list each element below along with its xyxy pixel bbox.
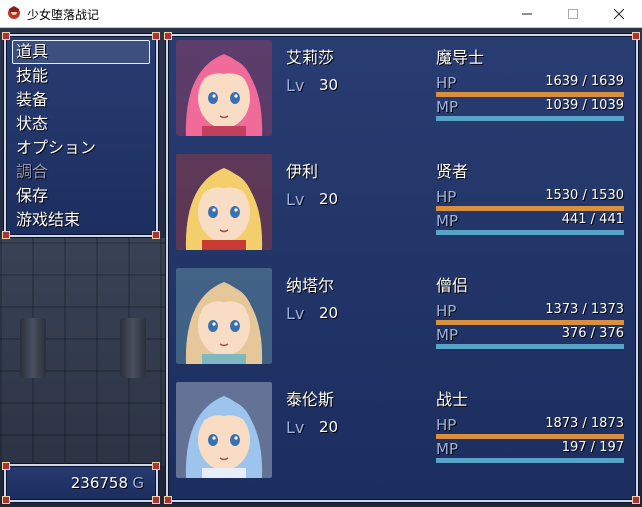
- game-screen: 道具 技能 装备 状态 オプション 調合 保存 游戏结束 236758 G 艾莉莎 Lv 30…: [0, 28, 642, 507]
- mp-gauge: [436, 458, 624, 463]
- level-value: 20: [319, 418, 339, 436]
- level-value: 20: [319, 304, 339, 322]
- character-portrait: [176, 268, 272, 364]
- level-label: Lv: [286, 304, 305, 323]
- character-portrait: [176, 154, 272, 250]
- hp-gauge: [436, 92, 624, 97]
- character-face: [176, 268, 272, 364]
- hp-value: 1530 / 1530: [545, 188, 624, 203]
- level-value: 20: [319, 190, 339, 208]
- mp-gauge: [436, 116, 624, 121]
- party-member[interactable]: 艾莉莎 Lv 30 魔导士 HP 1639 / 1639 MP 1039 / 1…: [174, 38, 634, 138]
- hp-label: HP: [436, 416, 457, 434]
- hp-label: HP: [436, 74, 457, 92]
- hp-gauge-fill: [436, 320, 624, 325]
- hp-gauge: [436, 434, 624, 439]
- menu-item[interactable]: 調合: [16, 160, 150, 184]
- character-portrait: [176, 40, 272, 136]
- level-label: Lv: [286, 190, 305, 209]
- hp-gauge-fill: [436, 206, 624, 211]
- menu-item[interactable]: オプション: [16, 136, 150, 160]
- character-name: 纳塔尔: [286, 276, 335, 295]
- gold-unit: G: [132, 474, 144, 492]
- mp-label: MP: [436, 440, 458, 458]
- hp-gauge: [436, 320, 624, 325]
- character-class: 魔导士: [436, 48, 485, 67]
- character-name: 艾莉莎: [286, 48, 335, 67]
- menu-item[interactable]: 技能: [16, 64, 150, 88]
- minimize-icon: [522, 13, 532, 15]
- menu-item[interactable]: 游戏结束: [16, 208, 150, 232]
- map-pillar: [20, 318, 46, 378]
- hp-gauge-fill: [436, 434, 624, 439]
- level-value: 30: [319, 76, 339, 94]
- menu-item[interactable]: 状态: [16, 112, 150, 136]
- character-class: 贤者: [436, 162, 469, 181]
- window-title: 少女堕落战记: [27, 8, 100, 22]
- close-icon: [613, 8, 625, 20]
- hp-value: 1373 / 1373: [545, 302, 624, 317]
- character-class: 战士: [436, 390, 469, 409]
- hp-label: HP: [436, 188, 457, 206]
- party-status-window: 艾莉莎 Lv 30 魔导士 HP 1639 / 1639 MP 1039 / 1…: [164, 32, 640, 504]
- menu-item[interactable]: 道具: [16, 40, 150, 64]
- party-member[interactable]: 伊利 Lv 20 贤者 HP 1530 / 1530 MP 441 / 441: [174, 152, 634, 252]
- minimize-button[interactable]: [504, 0, 550, 28]
- mp-gauge: [436, 230, 624, 235]
- app-icon: [8, 6, 20, 19]
- character-face: [176, 40, 272, 136]
- menu-item[interactable]: 装备: [16, 88, 150, 112]
- hp-gauge-fill: [436, 92, 624, 97]
- mp-value: 376 / 376: [561, 326, 624, 341]
- hp-value: 1639 / 1639: [545, 74, 624, 89]
- character-face: [176, 154, 272, 250]
- menu-item[interactable]: 保存: [16, 184, 150, 208]
- mp-label: MP: [436, 326, 458, 344]
- command-menu: 道具 技能 装备 状态 オプション 調合 保存 游戏结束: [2, 32, 160, 239]
- mp-label: MP: [436, 98, 458, 116]
- mp-gauge-fill: [436, 458, 624, 463]
- mp-value: 1039 / 1039: [545, 98, 624, 113]
- mp-label: MP: [436, 212, 458, 230]
- character-name: 泰伦斯: [286, 390, 335, 409]
- hp-value: 1873 / 1873: [545, 416, 624, 431]
- level-label: Lv: [286, 76, 305, 95]
- map-pillar: [120, 318, 146, 378]
- maximize-button[interactable]: [550, 0, 596, 28]
- gold-amount: 236758: [70, 474, 128, 492]
- party-member[interactable]: 纳塔尔 Lv 20 僧侣 HP 1373 / 1373 MP 376 / 376: [174, 266, 634, 366]
- mp-value: 197 / 197: [561, 440, 624, 455]
- mp-gauge-fill: [436, 116, 624, 121]
- level-label: Lv: [286, 418, 305, 437]
- mp-gauge-fill: [436, 230, 624, 235]
- character-class: 僧侣: [436, 276, 469, 295]
- party-member[interactable]: 泰伦斯 Lv 20 战士 HP 1873 / 1873 MP 197 / 197: [174, 380, 634, 480]
- gold-window: 236758 G: [2, 462, 160, 504]
- close-button[interactable]: [596, 0, 642, 28]
- mp-value: 441 / 441: [561, 212, 624, 227]
- maximize-icon: [568, 9, 578, 19]
- mp-gauge: [436, 344, 624, 349]
- character-face: [176, 382, 272, 478]
- hp-gauge: [436, 206, 624, 211]
- mp-gauge-fill: [436, 344, 624, 349]
- hp-label: HP: [436, 302, 457, 320]
- title-bar: 少女堕落战记: [0, 0, 642, 28]
- character-name: 伊利: [286, 162, 319, 181]
- character-portrait: [176, 382, 272, 478]
